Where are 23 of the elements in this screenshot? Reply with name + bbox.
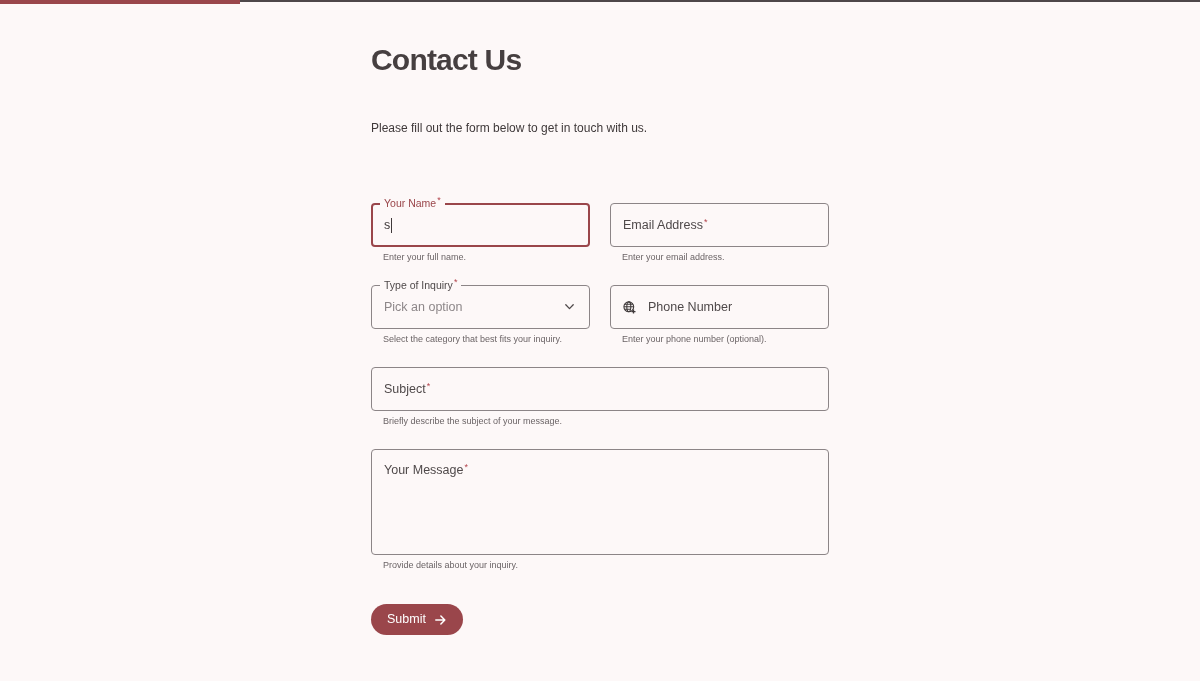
intro-text: Please fill out the form below to get in touch with us. [371,120,648,137]
text-field[interactable]: Email Address$^{*}$ [610,203,829,247]
page-title: Contact Us [371,42,522,78]
field-label: Email Address$^{*}$ [623,217,708,233]
field-label: Your Name$^{*}$ [380,196,445,210]
field-label: Phone Number [648,299,733,315]
phone-field[interactable]: Phone Number [610,285,829,329]
field-label: Type of Inquiry$^{*}$ [380,278,462,292]
text-field[interactable]: Subject$^{*}$ [371,367,829,411]
helper-text: Select the category that best fits your inquiry. [383,333,562,345]
globe-icon [623,300,636,314]
field-label: Your Message$^{*}$ [384,462,468,478]
helper-text: Provide details about your inquiry. [383,559,518,571]
helper-text: Enter your email address. [622,251,725,263]
chevron-down-icon [565,304,574,310]
text-cursor-icon [391,217,393,233]
helper-text: Enter your full name. [383,251,467,263]
field-label: Subject$^{*}$ [384,381,431,397]
message-field[interactable]: Your Message$^{*}$ [371,449,829,555]
helper-text: Briefly describe the subject of your message. [383,415,563,427]
helper-text: Enter your phone number (optional). [622,333,767,345]
submit-button[interactable]: Submit [371,604,463,635]
arrow-right-icon [434,614,446,625]
